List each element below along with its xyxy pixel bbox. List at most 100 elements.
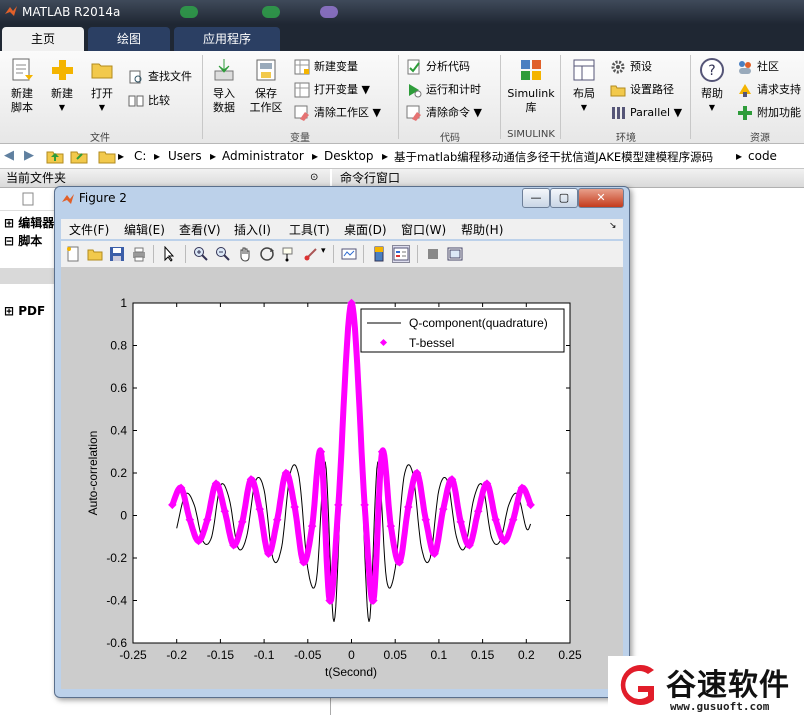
open-file-icon[interactable] (87, 246, 103, 262)
breadcrumb-item[interactable]: C: (134, 149, 146, 163)
save-icon[interactable] (109, 246, 125, 262)
up-folder-icon[interactable] (46, 147, 64, 165)
y-tick-label: -0.2 (106, 551, 127, 565)
new-button[interactable]: 新建 ▼ (40, 57, 84, 115)
legend[interactable]: Q-component(quadrature) T-bessel (360, 308, 565, 353)
menu-file[interactable]: 文件(F) (69, 221, 109, 238)
data-cursor-icon[interactable] (281, 246, 297, 262)
figure-canvas[interactable]: -0.25 -0.2 -0.15 -0.1 -0.05 0 0.05 0.1 0.15 0.2 0.… (61, 267, 623, 689)
menu-tools[interactable]: 工具(T) (289, 221, 330, 238)
eraser-icon (294, 105, 309, 121)
menu-insert[interactable]: 插入(I) (234, 221, 271, 238)
run-and-time-button[interactable]: 运行和计时 (406, 80, 481, 100)
figure-window[interactable]: Figure 2 — ▢ ✕ 文件(F) 编辑(E) 查看(V) 插入(I) 工… (54, 186, 630, 698)
clear-workspace-button[interactable]: 清除工作区 ▼ (294, 103, 381, 123)
x-tick-label: 0.2 (518, 648, 535, 662)
open-button[interactable]: 打开 ▼ (80, 57, 124, 115)
set-path-button[interactable]: 设置路径 (610, 80, 674, 100)
brush-icon[interactable] (303, 246, 319, 262)
minimize-button[interactable]: — (522, 188, 550, 208)
hide-plot-tools-icon[interactable] (425, 246, 441, 262)
show-plot-tools-icon[interactable] (447, 246, 463, 262)
y-tick-label: 0.6 (110, 381, 127, 395)
clear-commands-button[interactable]: 清除命令 ▼ (406, 103, 482, 123)
new-figure-icon[interactable] (65, 246, 81, 262)
link-plot-icon[interactable] (341, 246, 357, 262)
menu-desktop[interactable]: 桌面(D) (344, 221, 387, 238)
parallel-icon (612, 107, 625, 119)
tree-node-pdf[interactable]: ⊞ PDF (4, 304, 45, 318)
pane-menu-icon[interactable]: ⊙ (310, 169, 318, 187)
addons-button[interactable]: 附加功能 (737, 103, 801, 123)
zoom-out-icon[interactable] (215, 246, 231, 262)
menu-view[interactable]: 查看(V) (179, 221, 221, 238)
breadcrumb-separator: ▸ (736, 149, 743, 163)
tree-node-scripts[interactable]: ⊟ 脚本 (4, 232, 42, 249)
simulink-label-1: Simulink (507, 87, 555, 100)
menu-window[interactable]: 窗口(W) (401, 221, 446, 238)
x-tick-label: -0.1 (254, 648, 275, 662)
new-variable-button[interactable]: 新建变量 (294, 57, 358, 77)
breadcrumb-item[interactable]: Desktop (324, 149, 374, 163)
close-button[interactable]: ✕ (578, 188, 624, 208)
x-tick-label: -0.2 (166, 648, 187, 662)
chevron-down-icon: ▼ (470, 106, 482, 119)
print-icon[interactable] (131, 246, 147, 262)
legend-icon[interactable] (392, 245, 410, 263)
layout-label: 布局 (573, 87, 595, 100)
group-label-variable: 变量 (290, 133, 310, 144)
rotate-3d-icon[interactable] (259, 246, 275, 262)
new-script-button[interactable]: 新建 脚本 (0, 57, 44, 115)
matlab-logo-icon (62, 193, 74, 204)
breadcrumb-item[interactable]: Users (168, 149, 202, 163)
menubar-dock-icon[interactable]: ↘ (609, 221, 617, 231)
breadcrumb-item[interactable]: Administrator (222, 149, 304, 163)
new-script-label-1: 新建 (11, 87, 33, 100)
breadcrumb-separator: ▸ (154, 149, 161, 163)
help-button[interactable]: ? 帮助 ▼ (690, 57, 734, 115)
simulink-library-button[interactable]: Simulink 库 (504, 57, 558, 115)
tab-plots[interactable]: 绘图 (88, 27, 170, 51)
colorbar-icon[interactable] (371, 246, 387, 262)
folder-icon (98, 151, 116, 164)
breadcrumb-item[interactable]: code (748, 149, 777, 163)
clear-commands-label: 清除命令 (426, 106, 470, 119)
back-arrow-icon[interactable]: ◀ (4, 148, 14, 163)
request-support-button[interactable]: 请求支持 (737, 80, 801, 100)
x-tick-label: 0.1 (431, 648, 448, 662)
zoom-in-icon[interactable] (193, 246, 209, 262)
tab-apps[interactable]: 应用程序 (174, 27, 280, 51)
parallel-button[interactable]: Parallel ▼ (610, 103, 682, 123)
chevron-down-icon[interactable]: ▾ (321, 246, 326, 256)
forward-arrow-icon[interactable]: ▶ (24, 148, 34, 163)
find-files-button[interactable]: 查找文件 (128, 67, 192, 87)
watermark-url: www.gusuoft.com (670, 700, 770, 713)
y-tick-label: 0.8 (110, 339, 127, 353)
save-workspace-label-2: 工作区 (249, 101, 283, 114)
matlab-logo-icon (5, 6, 17, 16)
tree-node-editor[interactable]: ⊞ 编辑器 (4, 214, 54, 231)
tab-home[interactable]: 主页 (2, 27, 84, 51)
auto-correlation-chart[interactable]: -0.25 -0.2 -0.15 -0.1 -0.05 0 0.05 0.1 0.15 0.2 0.… (61, 267, 623, 689)
y-axis-label: Auto-correlation (86, 431, 100, 516)
open-label: 打开 (91, 87, 113, 100)
open-variable-button[interactable]: 打开变量 ▼ (294, 80, 370, 100)
compare-icon (128, 95, 144, 107)
pointer-arrow-icon[interactable] (161, 246, 177, 262)
community-button[interactable]: 社区 (737, 57, 779, 77)
import-data-button[interactable]: 导入 数据 (202, 57, 246, 115)
preferences-button[interactable]: 预设 (610, 57, 652, 77)
maximize-button[interactable]: ▢ (550, 188, 578, 208)
run-time-icon (409, 84, 422, 98)
menu-edit[interactable]: 编辑(E) (124, 221, 165, 238)
layout-button[interactable]: 布局 ▼ (562, 57, 606, 115)
pan-hand-icon[interactable] (237, 246, 253, 262)
save-workspace-button[interactable]: 保存 工作区 (244, 57, 288, 115)
group-label-code: 代码 (440, 133, 460, 144)
browse-folder-icon[interactable] (70, 147, 88, 165)
menu-help[interactable]: 帮助(H) (461, 221, 503, 238)
analyze-code-button[interactable]: 分析代码 (406, 57, 470, 77)
breadcrumb-item[interactable]: 基于matlab编程移动通信多径干扰信道JAKE模型建模程序源码 (394, 149, 713, 165)
new-label: 新建 (51, 87, 73, 100)
compare-button[interactable]: 比较 (128, 91, 170, 111)
